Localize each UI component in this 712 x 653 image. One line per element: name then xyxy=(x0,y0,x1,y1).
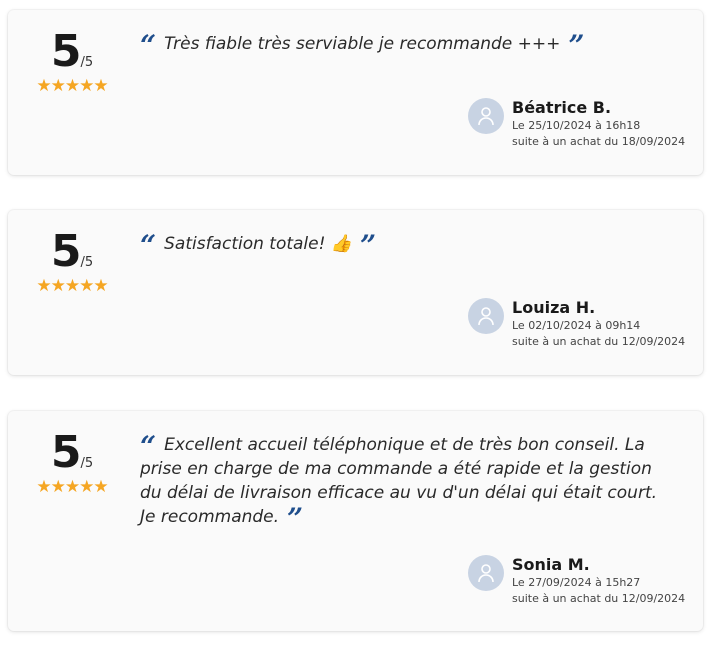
score-value: 5 xyxy=(50,26,82,77)
review-text: “Excellent accueil téléphonique et de tr… xyxy=(140,430,673,533)
review-body: Excellent accueil téléphonique et de trè… xyxy=(140,435,658,527)
close-quote-icon: ” xyxy=(568,29,585,62)
avatar xyxy=(468,298,504,334)
review-body: Très fiable très serviable je recommande… xyxy=(164,34,561,54)
open-quote-icon: “ xyxy=(140,229,157,262)
avatar xyxy=(468,98,504,134)
rating-score: 5/5 xyxy=(26,30,118,74)
rating-block: 5/5 ★★★★★ xyxy=(26,230,118,297)
score-max: /5 xyxy=(80,456,94,471)
score-max: /5 xyxy=(80,55,94,70)
open-quote-icon: “ xyxy=(140,29,157,62)
star-rating: ★★★★★ xyxy=(36,76,108,96)
review-card: 5/5 ★★★★★ “ Très fiable très serviable je… xyxy=(8,10,703,175)
author-name: Béatrice B. xyxy=(512,98,612,117)
star-rating: ★★★★★ xyxy=(36,276,108,296)
review-body: Satisfaction totale! 👍 xyxy=(164,234,352,254)
author-info: Louiza H. Le 02/10/2024 à 09h14 suite à … xyxy=(512,298,685,350)
close-quote-icon: ” xyxy=(360,229,377,262)
review-date: Le 02/10/2024 à 09h14 xyxy=(512,319,641,332)
user-icon xyxy=(478,107,494,126)
purchase-date: suite à un achat du 12/09/2024 xyxy=(512,592,686,605)
avatar xyxy=(468,555,504,591)
purchase-date: suite à un achat du 18/09/2024 xyxy=(512,135,686,148)
score-value: 5 xyxy=(50,226,82,277)
star-rating: ★★★★★ xyxy=(36,477,108,497)
purchase-date: suite à un achat du 12/09/2024 xyxy=(512,335,686,348)
author-info: Béatrice B. Le 25/10/2024 à 16h18 suite … xyxy=(512,98,685,150)
score-max: /5 xyxy=(80,255,94,270)
author-info: Sonia M. Le 27/09/2024 à 15h27 suite à u… xyxy=(512,555,685,607)
rating-block: 5/5 ★★★★★ xyxy=(26,30,118,97)
review-card: 5/5 ★★★★★ “ Satisfaction totale! 👍 ” Louiz… xyxy=(8,210,703,375)
author-name: Sonia M. xyxy=(512,555,590,574)
review-date: Le 27/09/2024 à 15h27 xyxy=(512,576,641,589)
author-name: Louiza H. xyxy=(512,298,596,317)
review-date: Le 25/10/2024 à 16h18 xyxy=(512,119,641,132)
review-text: “ Très fiable très serviable je recommand… xyxy=(140,32,673,60)
rating-score: 5/5 xyxy=(26,431,118,475)
rating-block: 5/5 ★★★★★ xyxy=(26,431,118,498)
review-text: “ Satisfaction totale! 👍 ” xyxy=(140,232,673,260)
user-icon xyxy=(478,307,494,326)
rating-score: 5/5 xyxy=(26,230,118,274)
user-icon xyxy=(478,564,494,583)
close-quote-icon: ” xyxy=(287,502,304,535)
score-value: 5 xyxy=(50,427,82,478)
review-card: 5/5 ★★★★★ “Excellent accueil téléphoniqu… xyxy=(8,411,703,631)
open-quote-icon: “ xyxy=(140,430,157,463)
